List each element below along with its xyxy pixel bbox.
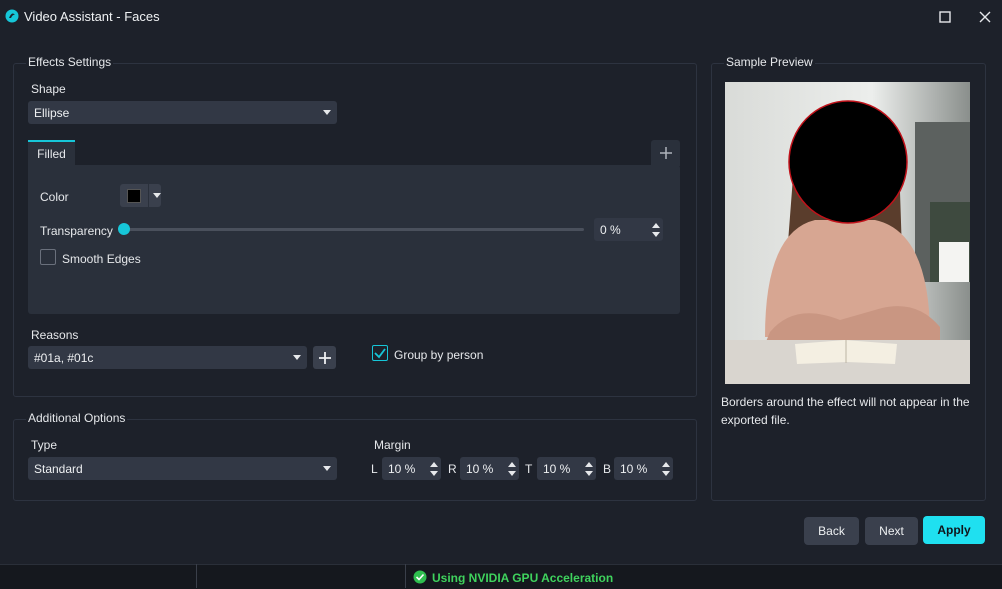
face-ellipse-effect: [788, 100, 908, 224]
add-tab-button[interactable]: [651, 140, 680, 166]
type-label: Type: [31, 438, 58, 452]
margin-left-letter: L: [371, 462, 378, 476]
reasons-label: Reasons: [31, 328, 79, 342]
reasons-select-value: #01a, #01c: [34, 350, 94, 365]
color-swatch: [127, 188, 141, 203]
tab-filled-label: Filled: [37, 146, 66, 161]
margin-bottom-value: 10 %: [620, 461, 648, 476]
transparency-label: Transparency: [40, 224, 113, 238]
gpu-status-text: Using NVIDIA GPU Acceleration: [432, 571, 614, 585]
margin-label: Margin: [374, 438, 411, 452]
color-label: Color: [40, 190, 69, 204]
app-logo-icon: [5, 9, 19, 23]
margin-top-letter: T: [525, 462, 533, 476]
next-button[interactable]: Next: [865, 517, 918, 545]
arrow-down-icon: [662, 470, 670, 476]
effects-settings-title: Effects Settings: [26, 55, 114, 69]
arrow-up-icon: [430, 461, 438, 467]
add-reason-button[interactable]: [313, 346, 336, 369]
spin-arrows[interactable]: [505, 457, 519, 480]
close-icon: [979, 11, 991, 23]
margin-right-value: 10 %: [466, 461, 494, 476]
shape-select-value: Ellipse: [34, 105, 70, 120]
margin-top-value: 10 %: [543, 461, 571, 476]
margin-bottom-spinbox[interactable]: 10 %: [614, 457, 673, 480]
margin-right-letter: R: [448, 462, 457, 476]
apply-button[interactable]: Apply: [923, 516, 985, 544]
transparency-slider-handle[interactable]: [118, 223, 130, 235]
group-by-person-label: Group by person: [394, 348, 484, 362]
margin-left-value: 10 %: [388, 461, 416, 476]
tab-filled[interactable]: Filled: [28, 140, 75, 165]
margin-bottom-letter: B: [603, 462, 612, 476]
arrow-down-icon: [430, 470, 438, 476]
shape-label: Shape: [31, 82, 66, 96]
close-button[interactable]: [974, 6, 996, 28]
chevron-down-icon: [323, 110, 331, 115]
checkmark-icon: [374, 348, 386, 359]
transparency-value: 0 %: [600, 222, 621, 237]
type-select-value: Standard: [34, 461, 83, 476]
maximize-icon: [939, 11, 951, 23]
arrow-down-icon: [508, 470, 516, 476]
arrow-up-icon: [652, 222, 660, 228]
color-picker-button[interactable]: [120, 184, 161, 207]
margin-top-spinbox[interactable]: 10 %: [537, 457, 596, 480]
sample-preview-image: [725, 82, 970, 384]
transparency-slider-track[interactable]: [124, 228, 584, 231]
shape-select[interactable]: Ellipse: [28, 101, 337, 124]
arrow-up-icon: [508, 461, 516, 467]
spin-arrows[interactable]: [649, 218, 663, 241]
group-by-person-checkbox[interactable]: [372, 345, 388, 361]
reasons-select[interactable]: #01a, #01c: [28, 346, 307, 369]
arrow-down-icon: [585, 470, 593, 476]
spin-arrows[interactable]: [427, 457, 441, 480]
transparency-spinbox[interactable]: 0 %: [594, 218, 663, 241]
plus-icon: [659, 147, 672, 159]
smooth-edges-checkbox[interactable]: [40, 249, 56, 265]
status-divider: [405, 564, 406, 588]
status-divider: [196, 564, 197, 588]
preview-note: Borders around the effect will not appea…: [721, 395, 970, 427]
sample-preview-title: Sample Preview: [724, 55, 815, 69]
spin-arrows[interactable]: [582, 457, 596, 480]
back-button[interactable]: Back: [804, 517, 859, 545]
check-circle-icon: [413, 570, 427, 584]
arrow-up-icon: [585, 461, 593, 467]
margin-left-spinbox[interactable]: 10 %: [382, 457, 441, 480]
margin-right-spinbox[interactable]: 10 %: [460, 457, 519, 480]
chevron-down-icon: [323, 466, 331, 471]
chevron-down-icon: [293, 355, 301, 360]
plus-icon: [318, 351, 331, 364]
maximize-button[interactable]: [934, 6, 956, 28]
additional-options-title: Additional Options: [26, 411, 128, 425]
spin-arrows[interactable]: [659, 457, 673, 480]
chevron-down-icon: [153, 193, 161, 198]
type-select[interactable]: Standard: [28, 457, 337, 480]
arrow-down-icon: [652, 231, 660, 237]
arrow-up-icon: [662, 461, 670, 467]
window-title: Video Assistant - Faces: [24, 9, 160, 24]
smooth-edges-label: Smooth Edges: [62, 252, 141, 266]
